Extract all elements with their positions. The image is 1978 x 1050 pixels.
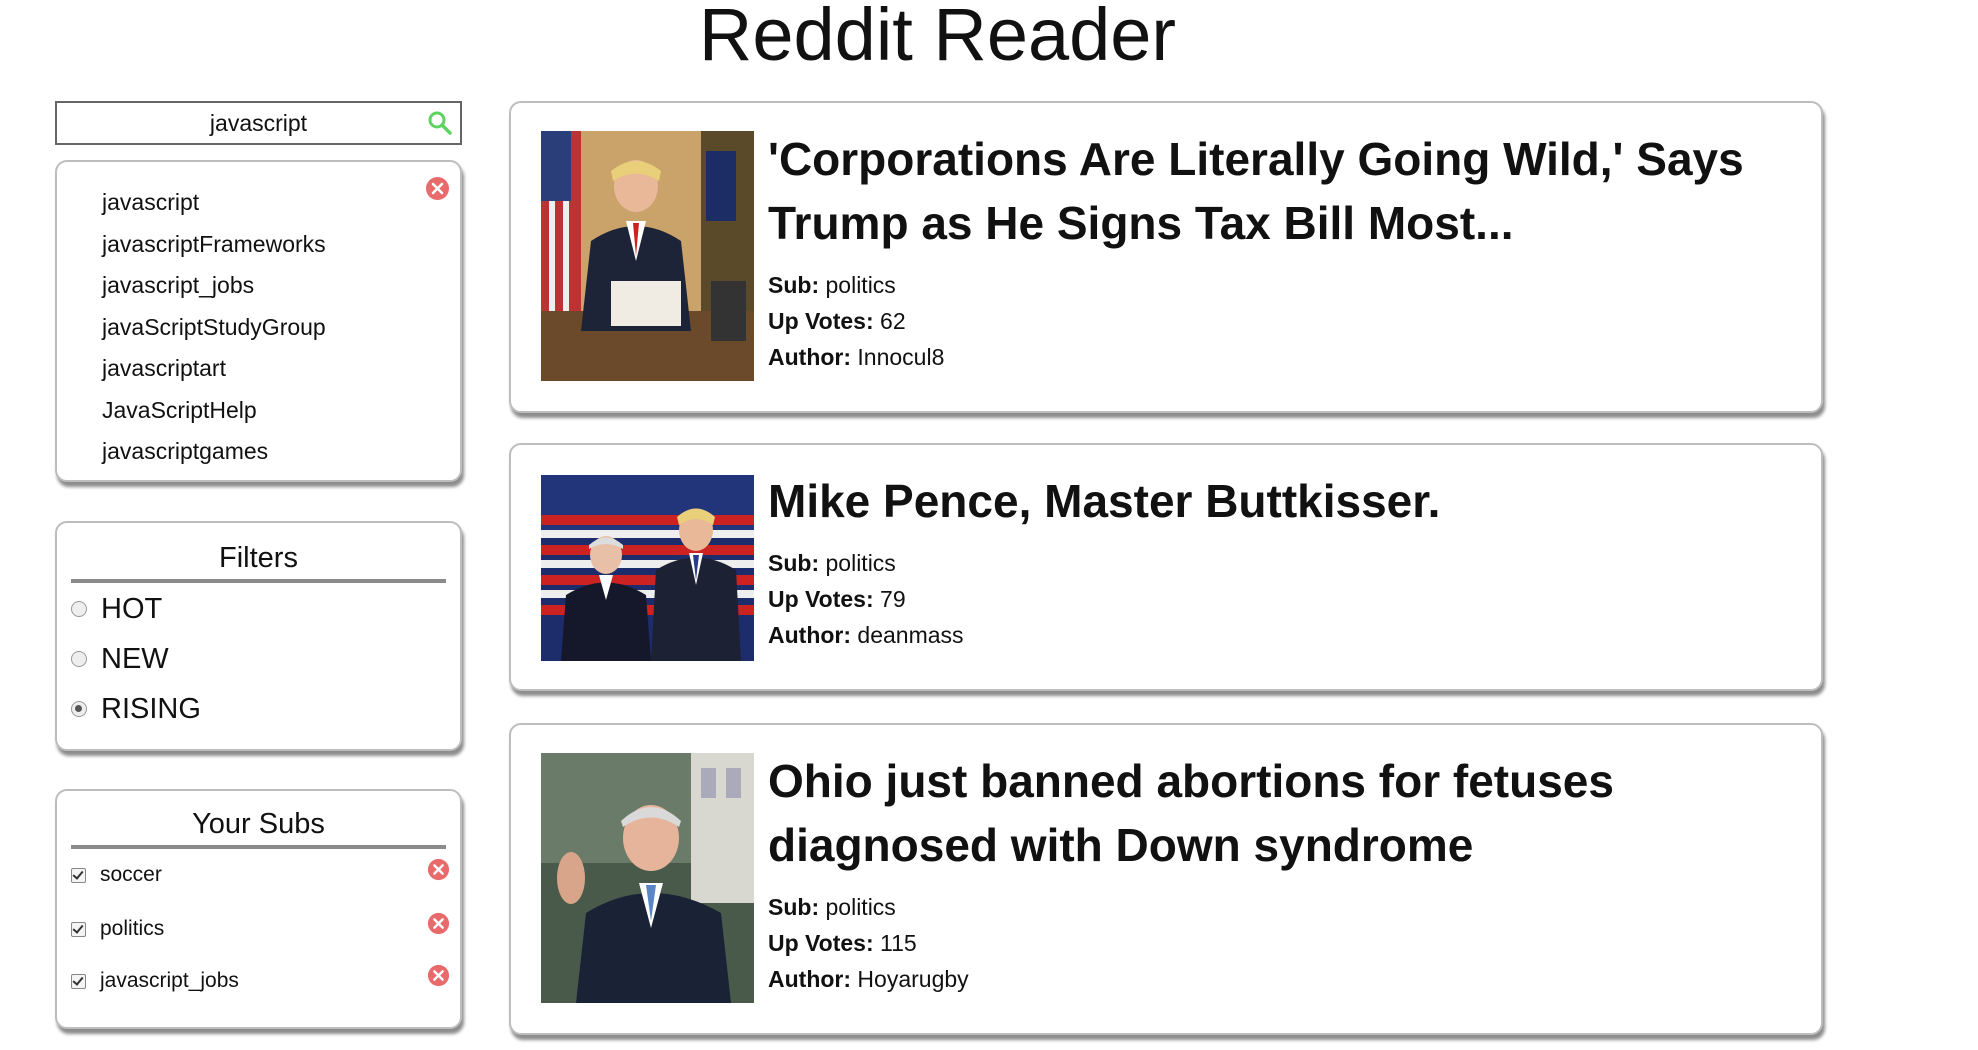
sub-checkbox[interactable]: [71, 973, 86, 989]
sub-item-javascript-jobs: javascript_jobs: [71, 964, 450, 998]
sub-checkbox[interactable]: [71, 921, 86, 937]
filter-label: NEW: [101, 642, 169, 675]
post-author: Author: Innocul8: [768, 339, 1801, 375]
post-votes-value: 79: [880, 586, 906, 612]
your-subs-panel: Your Subs soccer politics javascript_job…: [55, 789, 462, 1029]
search-box: [55, 101, 462, 145]
suggestion-item[interactable]: javaScriptStudyGroup: [102, 307, 326, 349]
meta-label: Author:: [768, 622, 852, 648]
meta-label: Author:: [768, 966, 852, 992]
post-sub: Sub: politics: [768, 545, 1801, 581]
remove-sub-icon[interactable]: [427, 858, 450, 881]
remove-sub-icon[interactable]: [427, 964, 450, 987]
suggestion-item[interactable]: javascript: [102, 182, 326, 224]
post-title[interactable]: Ohio just banned abortions for fetuses d…: [768, 749, 1801, 877]
suggestion-item[interactable]: javascriptart: [102, 348, 326, 390]
your-subs-title: Your Subs: [71, 807, 446, 849]
post-body: Ohio just banned abortions for fetuses d…: [768, 749, 1801, 997]
post-title[interactable]: 'Corporations Are Literally Going Wild,'…: [768, 127, 1801, 255]
sub-item-politics: politics: [71, 912, 450, 946]
post-author-value: deanmass: [857, 622, 964, 648]
post-author: Author: Hoyarugby: [768, 961, 1801, 997]
post-card[interactable]: Mike Pence, Master Buttkisser. Sub: poli…: [509, 443, 1823, 691]
suggestion-item[interactable]: JavaScriptHelp: [102, 390, 326, 432]
radio-button[interactable]: [71, 601, 87, 617]
meta-label: Sub:: [768, 894, 820, 920]
post-thumbnail[interactable]: [541, 475, 754, 661]
filters-title: Filters: [71, 541, 446, 583]
post-votes-value: 115: [880, 930, 917, 956]
post-sub: Sub: politics: [768, 267, 1801, 303]
meta-label: Sub:: [768, 272, 820, 298]
search-suggestions-panel: javascript javascriptFrameworks javascri…: [55, 160, 462, 482]
post-author: Author: deanmass: [768, 617, 1801, 653]
post-author-value: Hoyarugby: [857, 966, 969, 992]
meta-label: Sub:: [768, 550, 820, 576]
radio-button[interactable]: [71, 651, 87, 667]
sub-label: politics: [100, 917, 165, 940]
post-votes: Up Votes: 115: [768, 925, 1801, 961]
sub-checkbox[interactable]: [71, 867, 86, 883]
filter-option-rising[interactable]: RISING: [71, 689, 201, 729]
post-body: Mike Pence, Master Buttkisser. Sub: poli…: [768, 469, 1801, 653]
post-votes: Up Votes: 62: [768, 303, 1801, 339]
suggestion-item[interactable]: javascriptgames: [102, 431, 326, 473]
page-title: Reddit Reader: [698, 0, 1177, 76]
close-suggestions-icon[interactable]: [425, 176, 450, 201]
reddit-reader-app: Reddit Reader javascript javascriptFrame…: [0, 0, 1978, 1050]
post-thumbnail[interactable]: [541, 753, 754, 1003]
remove-sub-icon[interactable]: [427, 912, 450, 935]
filter-label: RISING: [101, 692, 201, 725]
sub-label: soccer: [100, 863, 162, 886]
sub-label: javascript_jobs: [100, 969, 239, 992]
post-thumbnail[interactable]: [541, 131, 754, 381]
post-sub: Sub: politics: [768, 889, 1801, 925]
sub-item-soccer: soccer: [71, 858, 450, 892]
post-author-value: Innocul8: [857, 344, 945, 370]
post-votes-value: 62: [880, 308, 906, 334]
filters-panel: Filters HOT NEW RISING: [55, 521, 462, 751]
search-icon[interactable]: [426, 109, 454, 137]
post-sub-value: politics: [825, 272, 896, 298]
filter-option-new[interactable]: NEW: [71, 639, 169, 679]
search-input[interactable]: [57, 103, 460, 143]
post-card[interactable]: Ohio just banned abortions for fetuses d…: [509, 723, 1823, 1035]
filter-option-hot[interactable]: HOT: [71, 589, 162, 629]
suggestion-list: javascript javascriptFrameworks javascri…: [102, 182, 326, 473]
post-card[interactable]: 'Corporations Are Literally Going Wild,'…: [509, 101, 1823, 413]
post-votes: Up Votes: 79: [768, 581, 1801, 617]
filter-label: HOT: [101, 592, 163, 625]
suggestion-item[interactable]: javascript_jobs: [102, 265, 326, 307]
suggestion-item[interactable]: javascriptFrameworks: [102, 224, 326, 266]
post-sub-value: politics: [825, 550, 896, 576]
meta-label: Up Votes:: [768, 586, 874, 612]
meta-label: Up Votes:: [768, 930, 874, 956]
post-body: 'Corporations Are Literally Going Wild,'…: [768, 127, 1801, 375]
post-sub-value: politics: [825, 894, 896, 920]
meta-label: Up Votes:: [768, 308, 874, 334]
meta-label: Author:: [768, 344, 852, 370]
post-title[interactable]: Mike Pence, Master Buttkisser.: [768, 469, 1801, 533]
radio-button[interactable]: [71, 701, 87, 717]
